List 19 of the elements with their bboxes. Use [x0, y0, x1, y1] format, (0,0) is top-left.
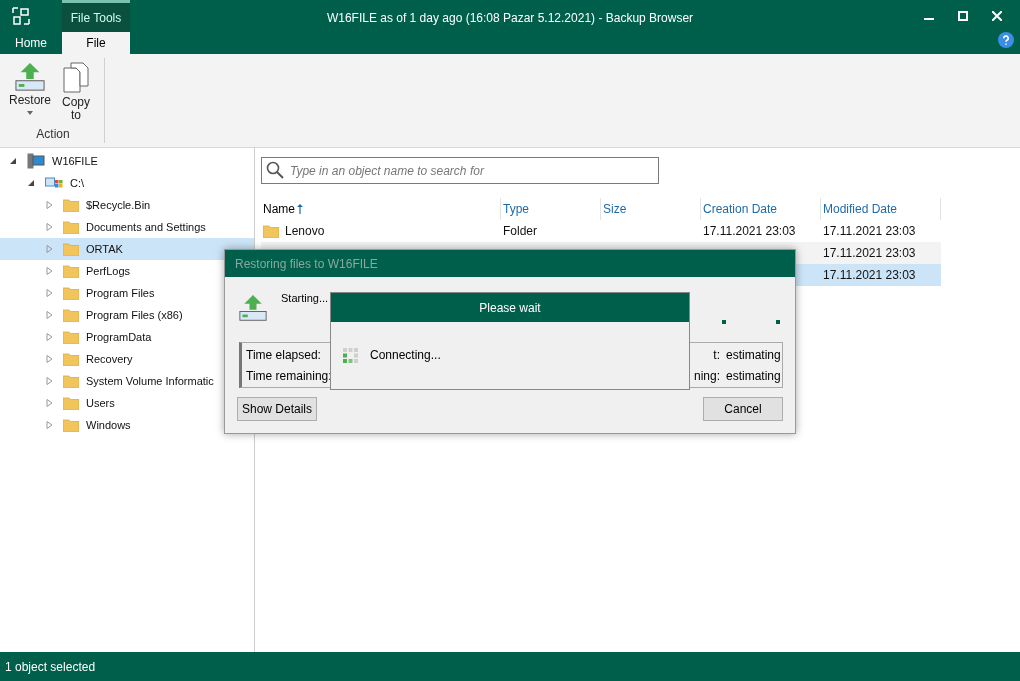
ribbon-group-label: Action	[36, 126, 70, 143]
window-title: W16FILE as of 1 day ago (16:08 Pazar 5.12.2021) - Backup Browser	[325, 10, 695, 27]
table-cell: 17.11.2021 23:03	[823, 268, 916, 282]
table-cell-text: Lenovo	[285, 223, 325, 240]
table-cell: 17.11.2021 23:03	[703, 224, 796, 238]
stat-value: estimating	[726, 368, 781, 385]
status-text: 1 object selected	[5, 658, 96, 676]
dialog-title: Please wait	[479, 299, 541, 317]
stat-value: estimating	[726, 347, 781, 364]
status-text: Starting...	[281, 291, 329, 306]
stat-label: Time elapsed:	[246, 347, 321, 364]
table-cell: Folder	[503, 224, 537, 238]
stat-label: t:	[713, 347, 720, 364]
context-tab-label: File Tools	[70, 9, 122, 27]
stat-label: Time remaining:	[246, 368, 332, 385]
table-cell: 17.11.2021 23:03	[823, 246, 916, 260]
table-cell: 17.11.2021 23:03	[823, 224, 916, 238]
stat-label: ning:	[693, 368, 720, 385]
wait-message: Connecting...	[370, 347, 441, 364]
